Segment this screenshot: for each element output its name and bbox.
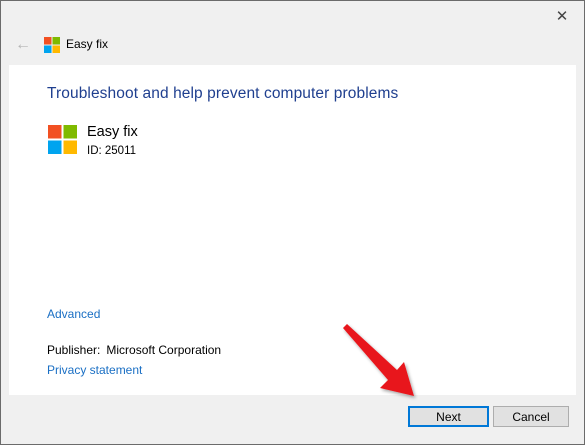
easy-fix-window: ✕ ← Easy fix Troubleshoot and help preve… (0, 0, 585, 445)
microsoft-logo-icon (48, 125, 77, 154)
next-button[interactable]: Next (408, 406, 489, 427)
footer-bar: Next Cancel (9, 395, 576, 444)
microsoft-logo-icon (44, 37, 60, 53)
page-heading: Troubleshoot and help prevent computer p… (47, 85, 399, 102)
publisher-value: Microsoft Corporation (106, 343, 222, 357)
title-bar: ✕ ← Easy fix (1, 1, 584, 65)
window-title: Easy fix (66, 37, 109, 51)
content-panel: Troubleshoot and help prevent computer p… (9, 65, 576, 395)
privacy-statement-link[interactable]: Privacy statement (47, 363, 142, 377)
publisher-info: Publisher: Microsoft Corporation (47, 343, 221, 357)
app-id: ID: 25011 (87, 145, 137, 157)
app-name: Easy fix (87, 124, 138, 140)
close-icon: ✕ (555, 8, 569, 25)
back-button[interactable]: ← (11, 34, 35, 56)
advanced-link[interactable]: Advanced (47, 307, 100, 321)
publisher-label: Publisher: (47, 343, 101, 357)
back-arrow-icon: ← (15, 36, 31, 53)
close-button[interactable]: ✕ (550, 5, 574, 27)
cancel-button[interactable]: Cancel (493, 406, 569, 427)
